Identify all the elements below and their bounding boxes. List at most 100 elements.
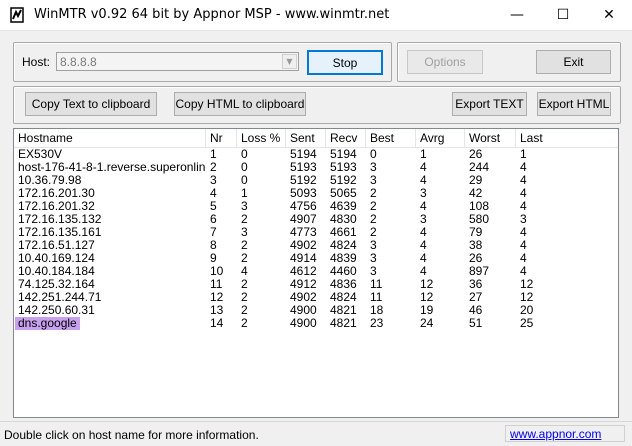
cell-loss: 2 — [241, 278, 248, 291]
cell-avrg: 24 — [420, 317, 434, 330]
results-table[interactable]: Hostname Nr Loss % Sent Recv Best Avrg Worst Las… — [13, 128, 619, 418]
export-text-button[interactable]: Export TEXT — [452, 92, 527, 116]
host-group: Host: 8.8.8.8 ▼ Stop — [13, 42, 392, 82]
table-row[interactable]: 74.125.32.164 11 2 4912 4836 11 12 36 12 — [14, 278, 618, 291]
host-combobox[interactable]: 8.8.8.8 ▼ — [56, 52, 299, 71]
cell-avrg: 3 — [420, 213, 427, 226]
cell-hostname[interactable]: 172.16.51.127 — [14, 239, 206, 252]
cell-worst: 36 — [469, 278, 483, 291]
table-row[interactable]: dns.google 14 2 4900 4821 23 24 51 25 — [14, 317, 618, 330]
options-button[interactable]: Options — [407, 50, 483, 74]
status-bar: Double click on host name for more infor… — [0, 421, 632, 446]
table-row[interactable]: 142.251.244.71 12 2 4902 4824 11 12 27 12 — [14, 291, 618, 304]
cell-hostname[interactable]: 142.250.60.31 — [14, 304, 206, 317]
cell-last: 4 — [520, 239, 527, 252]
cell-sent: 4900 — [290, 317, 317, 330]
cell-nr: 11 — [210, 278, 223, 291]
cell-worst: 79 — [469, 226, 483, 239]
table-row[interactable]: 10.40.169.124 9 2 4914 4839 3 4 26 4 — [14, 252, 618, 265]
cell-hostname[interactable]: 10.40.169.124 — [14, 252, 206, 265]
copy-html-button[interactable]: Copy HTML to clipboard — [174, 92, 306, 116]
table-row[interactable]: host-176-41-8-1.reverse.superonline.... 2… — [14, 161, 618, 174]
cell-avrg: 12 — [420, 278, 434, 291]
cell-hostname[interactable]: 74.125.32.164 — [14, 278, 206, 291]
cell-nr: 14 — [210, 317, 224, 330]
table-row[interactable]: 142.250.60.31 13 2 4900 4821 18 19 46 20 — [14, 304, 618, 317]
cell-avrg: 4 — [420, 252, 427, 265]
close-button[interactable]: ✕ — [586, 0, 632, 30]
header-col-avrg[interactable]: Avrg — [416, 129, 465, 147]
header-col-loss[interactable]: Loss % — [237, 129, 286, 147]
cell-sent: 4900 — [290, 304, 317, 317]
cell-avrg: 4 — [420, 226, 427, 239]
cell-recv: 5194 — [330, 148, 357, 161]
cell-sent: 4756 — [290, 200, 317, 213]
copy-text-button[interactable]: Copy Text to clipboard — [25, 92, 157, 116]
cell-hostname[interactable]: EX530V — [14, 148, 206, 161]
cell-hostname[interactable]: 172.16.135.132 — [14, 213, 206, 226]
minimize-button[interactable]: — — [494, 0, 540, 30]
cell-best: 23 — [370, 317, 384, 330]
header-col-nr[interactable]: Nr — [206, 129, 237, 147]
cell-recv: 4839 — [330, 252, 357, 265]
exit-button[interactable]: Exit — [536, 50, 611, 74]
cell-loss: 3 — [241, 200, 248, 213]
cell-hostname[interactable]: 142.251.244.71 — [14, 291, 206, 304]
table-row[interactable]: 172.16.201.32 5 3 4756 4639 2 4 108 4 — [14, 200, 618, 213]
maximize-button[interactable]: ☐ — [540, 0, 586, 30]
cell-recv: 4821 — [330, 317, 357, 330]
cell-worst: 38 — [469, 239, 483, 252]
cell-avrg: 19 — [420, 304, 434, 317]
cell-recv: 4639 — [330, 200, 357, 213]
cell-last: 4 — [520, 174, 527, 187]
cell-last: 4 — [520, 265, 527, 278]
header-col-hostname[interactable]: Hostname — [14, 129, 206, 147]
header-col-best[interactable]: Best — [366, 129, 416, 147]
export-html-button[interactable]: Export HTML — [537, 92, 611, 116]
cell-last: 25 — [520, 317, 534, 330]
header-col-worst[interactable]: Worst — [465, 129, 516, 147]
selected-hostname[interactable]: dns.google — [15, 317, 80, 330]
header-col-sent[interactable]: Sent — [286, 129, 326, 147]
table-row[interactable]: 10.40.184.184 10 4 4612 4460 3 4 897 4 — [14, 265, 618, 278]
appnor-link-box[interactable]: www.appnor.com — [505, 425, 625, 442]
table-row[interactable]: 172.16.135.161 7 3 4773 4661 2 4 79 4 — [14, 226, 618, 239]
cell-best: 3 — [370, 161, 377, 174]
table-row[interactable]: 10.36.79.98 3 0 5192 5192 3 4 29 4 — [14, 174, 618, 187]
cell-avrg: 4 — [420, 161, 427, 174]
cell-recv: 4824 — [330, 291, 357, 304]
cell-hostname[interactable]: host-176-41-8-1.reverse.superonline.... — [14, 161, 206, 174]
cell-worst: 46 — [469, 304, 483, 317]
cell-hostname[interactable]: 10.40.184.184 — [14, 265, 206, 278]
cell-avrg: 12 — [420, 291, 434, 304]
cell-hostname[interactable]: 10.36.79.98 — [14, 174, 206, 187]
cell-hostname[interactable]: 172.16.135.161 — [14, 226, 206, 239]
cell-hostname[interactable]: 172.16.201.32 — [14, 200, 206, 213]
cell-nr: 13 — [210, 304, 224, 317]
header-col-last[interactable]: Last — [516, 129, 618, 147]
cell-last: 4 — [520, 187, 527, 200]
cell-loss: 2 — [241, 213, 248, 226]
cell-sent: 4912 — [290, 278, 317, 291]
cell-best: 11 — [370, 291, 383, 304]
table-row[interactable]: 172.16.201.30 4 1 5093 5065 2 3 42 4 — [14, 187, 618, 200]
cell-last: 12 — [520, 291, 534, 304]
header-col-recv[interactable]: Recv — [326, 129, 366, 147]
cell-sent: 4907 — [290, 213, 317, 226]
cell-best: 0 — [370, 148, 377, 161]
table-row[interactable]: EX530V 1 0 5194 5194 0 1 26 1 — [14, 148, 618, 161]
table-row[interactable]: 172.16.135.132 6 2 4907 4830 2 3 580 3 — [14, 213, 618, 226]
cell-avrg: 1 — [420, 148, 427, 161]
cell-hostname[interactable]: dns.google — [14, 317, 206, 330]
table-row[interactable]: 172.16.51.127 8 2 4902 4824 3 4 38 4 — [14, 239, 618, 252]
cell-worst: 42 — [469, 187, 483, 200]
chevron-down-icon[interactable]: ▼ — [282, 54, 297, 69]
cell-avrg: 4 — [420, 239, 427, 252]
cell-loss: 0 — [241, 148, 248, 161]
cell-best: 2 — [370, 213, 377, 226]
cell-hostname[interactable]: 172.16.201.30 — [14, 187, 206, 200]
appnor-link[interactable]: www.appnor.com — [510, 427, 601, 441]
cell-nr: 8 — [210, 239, 217, 252]
window-title: WinMTR v0.92 64 bit by Appnor MSP - www.… — [34, 7, 390, 22]
stop-button[interactable]: Stop — [307, 50, 383, 75]
